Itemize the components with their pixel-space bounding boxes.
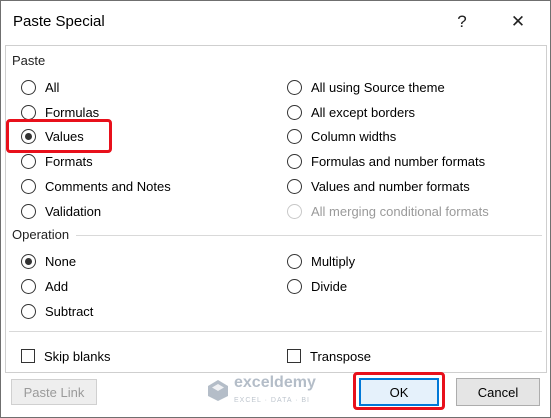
paste-all-source-theme-option[interactable]: All using Source theme bbox=[287, 78, 445, 96]
operation-add-label: Add bbox=[45, 278, 69, 294]
radio-merging-conditional bbox=[287, 203, 302, 219]
close-icon[interactable]: ✕ bbox=[504, 9, 532, 35]
help-button[interactable]: ? bbox=[448, 9, 476, 35]
radio-except-borders[interactable] bbox=[287, 104, 302, 120]
radio-subtract[interactable] bbox=[21, 303, 36, 319]
radio-validation[interactable] bbox=[21, 203, 36, 219]
radio-formulas[interactable] bbox=[21, 104, 36, 120]
radio-all-source-theme[interactable] bbox=[287, 79, 302, 95]
radio-comments[interactable] bbox=[21, 178, 36, 194]
paste-special-dialog: Paste Special ? ✕ Paste All Formulas Val… bbox=[0, 0, 551, 418]
paste-values-number-formats-label: Values and number formats bbox=[311, 178, 470, 194]
paste-formats-option[interactable]: Formats bbox=[21, 152, 93, 170]
skip-blanks-label: Skip blanks bbox=[44, 348, 111, 364]
paste-all-label: All bbox=[45, 79, 60, 95]
operation-none-label: None bbox=[45, 253, 77, 269]
paste-merging-conditional-option: All merging conditional formats bbox=[287, 202, 489, 220]
dialog-title: Paste Special bbox=[13, 13, 105, 30]
paste-formulas-option[interactable]: Formulas bbox=[21, 103, 99, 121]
paste-formulas-number-formats-option[interactable]: Formulas and number formats bbox=[287, 152, 485, 170]
radio-formats[interactable] bbox=[21, 153, 36, 169]
paste-comments-label: Comments and Notes bbox=[45, 178, 171, 194]
paste-all-source-theme-label: All using Source theme bbox=[311, 79, 445, 95]
paste-formats-label: Formats bbox=[45, 153, 93, 169]
radio-multiply[interactable] bbox=[287, 253, 302, 269]
operation-multiply-option[interactable]: Multiply bbox=[287, 252, 355, 270]
operation-subtract-option[interactable]: Subtract bbox=[21, 302, 93, 320]
radio-formulas-number-formats[interactable] bbox=[287, 153, 302, 169]
watermark-tagline: EXCEL · DATA · BI bbox=[234, 397, 310, 404]
operation-separator bbox=[76, 235, 542, 236]
operation-section-label: Operation bbox=[12, 227, 70, 242]
operation-divide-label: Divide bbox=[311, 278, 348, 294]
operation-add-option[interactable]: Add bbox=[21, 277, 68, 295]
paste-section-label: Paste bbox=[12, 53, 46, 68]
paste-merging-conditional-label: All merging conditional formats bbox=[311, 203, 489, 219]
radio-divide[interactable] bbox=[287, 278, 302, 294]
ok-button[interactable]: OK bbox=[359, 378, 439, 406]
paste-formulas-number-formats-label: Formulas and number formats bbox=[311, 153, 486, 169]
radio-values[interactable] bbox=[21, 128, 36, 144]
cancel-button[interactable]: Cancel bbox=[456, 378, 540, 406]
radio-none[interactable] bbox=[21, 253, 36, 269]
operation-none-option[interactable]: None bbox=[21, 252, 76, 270]
exceldemy-logo-icon bbox=[206, 378, 230, 402]
paste-link-button: Paste Link bbox=[11, 379, 97, 405]
radio-all[interactable] bbox=[21, 79, 36, 95]
transpose-option[interactable]: Transpose bbox=[287, 347, 371, 365]
operation-divide-option[interactable]: Divide bbox=[287, 277, 347, 295]
watermark: exceldemy EXCEL · DATA · BI bbox=[206, 375, 316, 404]
paste-validation-label: Validation bbox=[45, 203, 102, 219]
operation-subtract-label: Subtract bbox=[45, 303, 94, 319]
skip-blanks-checkbox[interactable] bbox=[21, 349, 35, 363]
paste-values-option[interactable]: Values bbox=[21, 127, 84, 145]
paste-comments-option[interactable]: Comments and Notes bbox=[21, 177, 171, 195]
paste-column-widths-option[interactable]: Column widths bbox=[287, 127, 396, 145]
radio-values-number-formats[interactable] bbox=[287, 178, 302, 194]
skip-blanks-option[interactable]: Skip blanks bbox=[21, 347, 110, 365]
transpose-checkbox[interactable] bbox=[287, 349, 301, 363]
paste-all-option[interactable]: All bbox=[21, 78, 59, 96]
operation-multiply-label: Multiply bbox=[311, 253, 356, 269]
radio-add[interactable] bbox=[21, 278, 36, 294]
paste-column-widths-label: Column widths bbox=[311, 128, 397, 144]
paste-formulas-label: Formulas bbox=[45, 104, 100, 120]
watermark-brand: exceldemy bbox=[234, 374, 316, 391]
paste-except-borders-option[interactable]: All except borders bbox=[287, 103, 415, 121]
transpose-label: Transpose bbox=[310, 348, 371, 364]
radio-column-widths[interactable] bbox=[287, 128, 302, 144]
paste-values-label: Values bbox=[45, 128, 84, 144]
paste-except-borders-label: All except borders bbox=[311, 104, 416, 120]
paste-validation-option[interactable]: Validation bbox=[21, 202, 101, 220]
paste-values-number-formats-option[interactable]: Values and number formats bbox=[287, 177, 470, 195]
options-separator bbox=[9, 331, 542, 332]
